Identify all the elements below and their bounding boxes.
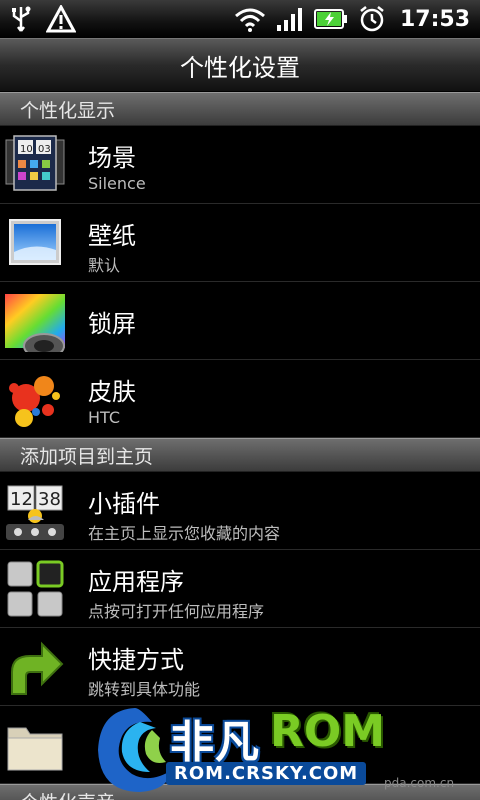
apps-icon <box>7 560 64 617</box>
scene-icon: 10 03 <box>5 135 65 191</box>
battery-charging-icon <box>313 9 347 29</box>
section-header-display: 个性化显示 <box>0 92 480 126</box>
title-bar: 个性化设置 <box>0 38 480 92</box>
svg-text:03: 03 <box>38 144 51 155</box>
shortcut-arrow-icon <box>11 641 64 695</box>
list-item-apps[interactable]: 应用程序 点按可打开任何应用程序 <box>0 550 480 628</box>
item-subtitle: 在主页上显示您收藏的内容 <box>88 524 281 543</box>
list-item-widget[interactable]: 12 38 小插件 在主页上显示您收藏的内容 <box>0 472 480 550</box>
list-item-shortcut[interactable]: 快捷方式 跳转到具体功能 <box>0 628 480 706</box>
alarm-clock-icon <box>360 6 384 32</box>
watermark-url: ROM.CRSKY.COM <box>166 762 367 785</box>
clock-time: 17:53 <box>399 6 470 32</box>
watermark-rom: ROM <box>270 706 386 757</box>
folder-icon <box>7 727 63 771</box>
item-title: 壁纸 <box>88 222 136 250</box>
section-label: 个性化显示 <box>20 99 116 122</box>
item-title: 应用程序 <box>88 568 184 596</box>
item-title: 皮肤 <box>88 378 136 406</box>
item-title: 小插件 <box>88 490 160 518</box>
status-bar: 17:53 <box>0 0 480 38</box>
item-title: 场景 <box>88 144 136 172</box>
svg-text:10: 10 <box>20 144 33 155</box>
signal-icon <box>276 8 302 31</box>
list-item-lockscreen[interactable]: 锁屏 <box>0 282 480 360</box>
item-subtitle: HTC <box>88 408 121 427</box>
section-label: 添加项目到主页 <box>20 445 154 468</box>
crsky-logo-icon <box>98 708 172 792</box>
usb-icon <box>12 6 31 32</box>
item-subtitle: 默认 <box>88 256 121 275</box>
list-item-scene[interactable]: 10 03 场景 Silence <box>0 126 480 204</box>
svg-text:12: 12 <box>10 489 33 510</box>
item-title: 锁屏 <box>88 310 136 338</box>
watermark: 非凡 ROM ROM.CRSKY.COM pda.com.cn <box>90 700 480 800</box>
wallpaper-icon <box>9 219 61 265</box>
watermark-small: pda.com.cn <box>384 776 455 790</box>
list-item-skin[interactable]: 皮肤 HTC <box>0 360 480 438</box>
watermark-brand: 非凡 <box>170 717 260 768</box>
lockscreen-icon <box>5 294 65 352</box>
wifi-icon <box>234 8 265 32</box>
warning-icon <box>46 5 76 33</box>
svg-text:38: 38 <box>38 489 61 510</box>
section-header-add-home: 添加项目到主页 <box>0 438 480 472</box>
item-subtitle: 点按可打开任何应用程序 <box>88 602 265 621</box>
item-title: 快捷方式 <box>88 646 184 674</box>
item-subtitle: 跳转到具体功能 <box>88 680 201 699</box>
widget-icon: 12 38 <box>6 485 64 540</box>
skin-icon <box>9 376 60 427</box>
page-title: 个性化设置 <box>180 53 300 82</box>
list-item-wallpaper[interactable]: 壁纸 默认 <box>0 204 480 282</box>
item-subtitle: Silence <box>88 174 146 193</box>
